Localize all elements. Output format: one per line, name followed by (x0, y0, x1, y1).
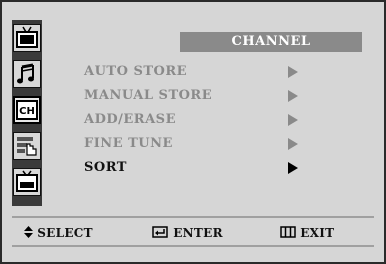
menu-item-label: ADD/ERASE (84, 112, 176, 127)
divider (12, 216, 374, 218)
divider (12, 245, 374, 247)
menu-item-label: AUTO STORE (84, 64, 188, 79)
channel-icon-label: CH (19, 106, 35, 117)
menu-item-label: MANUAL STORE (84, 88, 213, 103)
menu-title: CHANNEL (180, 32, 362, 52)
menu-item-manual-store[interactable]: MANUAL STORE (84, 85, 324, 107)
menu-icon-rail: CH (12, 20, 42, 206)
menu-item-label: FINE TUNE (84, 136, 173, 151)
menu-item-add-erase[interactable]: ADD/ERASE (84, 109, 324, 131)
menu-exit-icon (280, 226, 296, 238)
help-exit: EXIT (280, 221, 334, 245)
menu-item-auto-store[interactable]: AUTO STORE (84, 61, 324, 83)
help-select: SELECT (24, 221, 93, 245)
arrow-right-icon (288, 90, 298, 102)
menu-item-fine-tune[interactable]: FINE TUNE (84, 133, 324, 155)
help-select-label: SELECT (37, 226, 93, 240)
menu-item-label: SORT (84, 160, 127, 175)
arrow-right-icon (288, 138, 298, 150)
help-enter: ENTER (152, 221, 223, 245)
input-icon[interactable] (13, 168, 41, 196)
tv-osd-menu: CH CHANNEL AUTO STORE MANUAL STORE ADD/E… (0, 0, 386, 264)
sound-icon[interactable] (13, 60, 41, 88)
enter-icon (152, 226, 168, 238)
arrow-right-icon (288, 162, 298, 174)
up-down-icon (24, 226, 33, 238)
arrow-right-icon (288, 66, 298, 78)
menu-item-sort[interactable]: SORT (84, 157, 324, 179)
help-bar: SELECT ENTER EXIT (12, 221, 374, 245)
help-exit-label: EXIT (300, 226, 335, 240)
help-enter-label: ENTER (173, 226, 223, 240)
arrow-right-icon (288, 114, 298, 126)
setup-icon[interactable] (13, 132, 41, 160)
channel-icon[interactable]: CH (13, 96, 41, 124)
picture-icon[interactable] (13, 24, 41, 52)
